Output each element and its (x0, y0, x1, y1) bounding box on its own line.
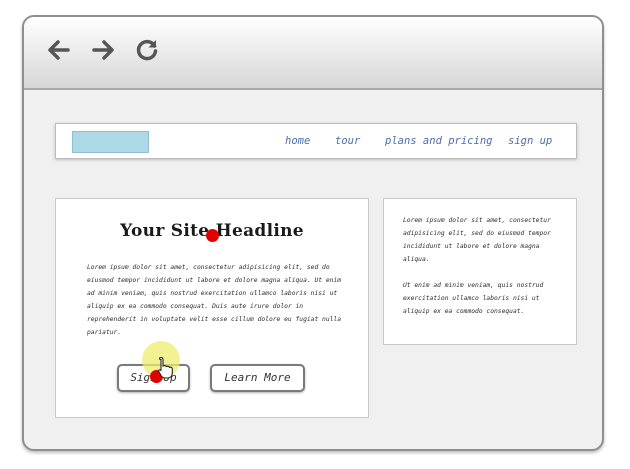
nav-link-sign-up[interactable]: sign up (508, 135, 552, 147)
reload-icon (136, 39, 158, 61)
forward-button[interactable] (90, 37, 116, 63)
hero-card: Your Site Headline Lorem ipsum dolor sit… (55, 198, 369, 418)
hero-body-text: Lorem ipsum dolor sit amet, consectetur … (87, 264, 342, 336)
hotspot-marker (206, 229, 219, 242)
browser-toolbar (24, 17, 602, 90)
nav-link-plans-and-pricing[interactable]: plans and pricing (385, 135, 492, 147)
reload-button[interactable] (134, 37, 160, 63)
sidebar-text: Lorem ipsum dolor sit amet, consectetur … (403, 214, 563, 331)
back-button[interactable] (46, 37, 72, 63)
arrow-right-icon (92, 40, 114, 60)
nav-link-tour[interactable]: tour (335, 135, 360, 147)
sidebar-card: Lorem ipsum dolor sit amet, consectetur … (383, 198, 577, 345)
sidebar-paragraph: Lorem ipsum dolor sit amet, consectetur … (403, 217, 551, 263)
arrow-left-icon (48, 40, 70, 60)
site-navbar: home tour plans and pricing sign up (55, 123, 577, 159)
logo-placeholder[interactable] (72, 131, 149, 153)
sidebar-paragraph: Ut enim ad minim veniam, quis nostrud ex… (403, 282, 544, 315)
hand-pointer-icon (158, 356, 173, 379)
nav-link-home[interactable]: home (285, 135, 310, 147)
browser-window: home tour plans and pricing sign up Your… (22, 15, 604, 451)
learn-more-button[interactable]: Learn More (210, 364, 305, 392)
